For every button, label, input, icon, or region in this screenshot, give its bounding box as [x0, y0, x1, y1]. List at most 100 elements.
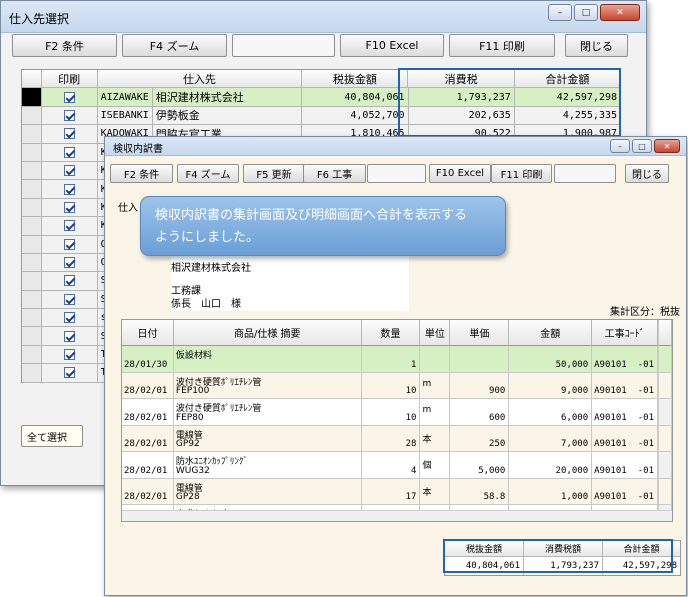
row-code: A90101 [594, 386, 627, 396]
header-supplier[interactable]: 仕入先 [97, 70, 303, 89]
close-window-button[interactable]: ✕ [600, 4, 640, 21]
header-amount-2[interactable]: 金額 [509, 320, 593, 346]
print-checkbox-cell[interactable] [41, 327, 98, 346]
minimize-button[interactable]: – [548, 4, 572, 21]
minimize-button-2[interactable]: – [610, 139, 630, 153]
print-checkbox[interactable] [63, 367, 75, 379]
f2-condition-button-2[interactable]: F2 条件 [110, 164, 173, 183]
print-checkbox-cell[interactable] [41, 290, 98, 310]
f11-print-button[interactable]: F11 印刷 [449, 34, 555, 57]
detail-row[interactable]: 28/02/01 防水ﾕﾆｵﾝｶｯﾌﾟﾘﾝｸﾞ WUG32 4 個 5,000 20,000… [122, 452, 672, 479]
row-code: A90101 [594, 439, 627, 449]
print-checkbox[interactable] [63, 220, 75, 232]
close-window-button-2[interactable]: ✕ [654, 139, 680, 153]
print-checkbox[interactable] [63, 238, 75, 250]
print-checkbox[interactable] [63, 146, 75, 158]
scrollbar-track[interactable] [658, 399, 672, 426]
totals-header-tax: 消費税額 [524, 541, 603, 557]
header-price[interactable]: 単価 [450, 320, 510, 346]
print-checkbox[interactable] [63, 91, 75, 103]
print-checkbox[interactable] [63, 128, 75, 140]
header-unit[interactable]: 単位 [420, 320, 451, 346]
print-checkbox[interactable] [63, 165, 75, 177]
print-checkbox[interactable] [63, 275, 75, 287]
print-checkbox[interactable] [63, 330, 75, 342]
scrollbar-track[interactable] [658, 346, 672, 373]
scrollbar-top[interactable] [658, 320, 672, 346]
header-qty[interactable]: 数量 [361, 320, 421, 346]
row-amount: 6,000 [561, 412, 589, 423]
row-indicator [22, 364, 42, 383]
detail-row[interactable]: 28/01/30 仮設材料 1 50,000 A90101 -01 [122, 346, 672, 373]
row-indicator [22, 235, 42, 254]
callout-line-2: ようにしました。 [155, 230, 260, 245]
detail-row[interactable]: 28/02/01 波付き硬質ﾎﾟﾘｴﾁﾚﾝ管 FEP80 10 m 600 6,000 A90… [122, 399, 672, 426]
f4-zoom-button[interactable]: F4 ズーム [122, 34, 227, 57]
print-checkbox-cell[interactable] [41, 180, 98, 199]
print-checkbox-cell[interactable] [41, 88, 98, 107]
header-tax[interactable]: 消費税 [408, 70, 515, 89]
totals-total: 42,597,298 [622, 561, 677, 571]
print-checkbox-cell[interactable] [41, 272, 98, 291]
maximize-button[interactable]: □ [574, 4, 598, 21]
scrollbar-track[interactable] [658, 425, 672, 452]
print-checkbox-cell[interactable] [41, 143, 98, 162]
empty-function-button-3[interactable] [554, 164, 616, 183]
header-item[interactable]: 商品/仕様 摘要 [173, 320, 362, 346]
address-company: 相沢建材株式会社 [171, 263, 251, 274]
f5-refresh-button[interactable]: F5 更新 [243, 164, 305, 183]
horizontal-scrollbar[interactable] [122, 510, 672, 521]
row-price: 58.8 [483, 492, 506, 502]
detail-row[interactable]: 28/02/01 波付き硬質ﾎﾟﾘｴﾁﾚﾝ管 FEP100 10 m 900 9,000 A9… [122, 372, 672, 399]
print-checkbox[interactable] [63, 201, 75, 213]
print-checkbox[interactable] [63, 312, 75, 324]
print-checkbox-cell[interactable] [41, 253, 98, 273]
print-checkbox-cell[interactable] [41, 125, 98, 144]
print-checkbox[interactable] [63, 257, 75, 269]
scrollbar-track[interactable] [658, 372, 672, 399]
detail-row[interactable]: 28/02/01 電線管 GP92 28 本 250 7,000 A90101 -01 [122, 425, 672, 452]
print-checkbox[interactable] [63, 183, 75, 195]
print-checkbox-cell[interactable] [41, 309, 98, 328]
supplier-label: 仕入 [118, 203, 138, 214]
f6-construction-button[interactable]: F6 工事 [303, 164, 366, 183]
print-checkbox-cell[interactable] [41, 161, 98, 181]
supplier-row[interactable]: ISEBANKI 伊勢板金 4,052,700 202,635 4,255,335 [22, 106, 622, 126]
print-checkbox-cell[interactable] [41, 106, 98, 126]
empty-function-button[interactable] [232, 34, 335, 57]
supplier-row[interactable]: AIZAWAKE 相沢建材株式会社 40,804,061 1,793,237 42,59… [22, 88, 622, 107]
scrollbar-track[interactable] [658, 452, 672, 479]
row-amount: 1,000 [561, 492, 589, 502]
print-checkbox-cell[interactable] [41, 345, 98, 365]
print-checkbox-cell[interactable] [41, 217, 98, 236]
header-code[interactable]: 工事ｺｰﾄﾞ [592, 320, 659, 346]
print-checkbox-cell[interactable] [41, 198, 98, 218]
close-button[interactable]: 閉じる [565, 34, 628, 57]
row-indicator [22, 143, 42, 162]
scrollbar-track[interactable] [658, 478, 672, 505]
f10-excel-button-2[interactable]: F10 Excel [429, 164, 491, 183]
header-amount[interactable]: 税抜金額 [302, 70, 409, 89]
row-indicator [22, 198, 42, 218]
print-checkbox-cell[interactable] [41, 235, 98, 254]
f4-zoom-button-2[interactable]: F4 ズーム [177, 164, 239, 183]
close-button-2[interactable]: 閉じる [625, 164, 669, 183]
print-checkbox[interactable] [63, 293, 75, 305]
header-print[interactable]: 印刷 [41, 70, 98, 89]
f10-excel-button[interactable]: F10 Excel [340, 34, 444, 57]
empty-function-button-2[interactable] [367, 164, 426, 183]
select-all-button[interactable]: 全て選択 [21, 425, 83, 447]
row-indicator-header [22, 70, 42, 89]
row-unit: 本 [422, 487, 432, 498]
f2-condition-button[interactable]: F2 条件 [12, 34, 117, 57]
print-checkbox[interactable] [63, 109, 75, 121]
totals-header-total: 合計金額 [603, 541, 680, 557]
callout-line-1: 検収内訳書の集計画面及び明細画面へ合計を表示する [155, 208, 468, 223]
header-total[interactable]: 合計金額 [514, 70, 621, 89]
print-checkbox-cell[interactable] [41, 364, 98, 383]
print-checkbox[interactable] [63, 349, 75, 361]
maximize-button-2[interactable]: □ [632, 139, 652, 153]
header-date[interactable]: 日付 [122, 320, 174, 346]
detail-row[interactable]: 28/02/01 電線管 GP28 17 本 58.8 1,000 A90101 -01 [122, 478, 672, 505]
f11-print-button-2[interactable]: F11 印刷 [491, 164, 552, 183]
